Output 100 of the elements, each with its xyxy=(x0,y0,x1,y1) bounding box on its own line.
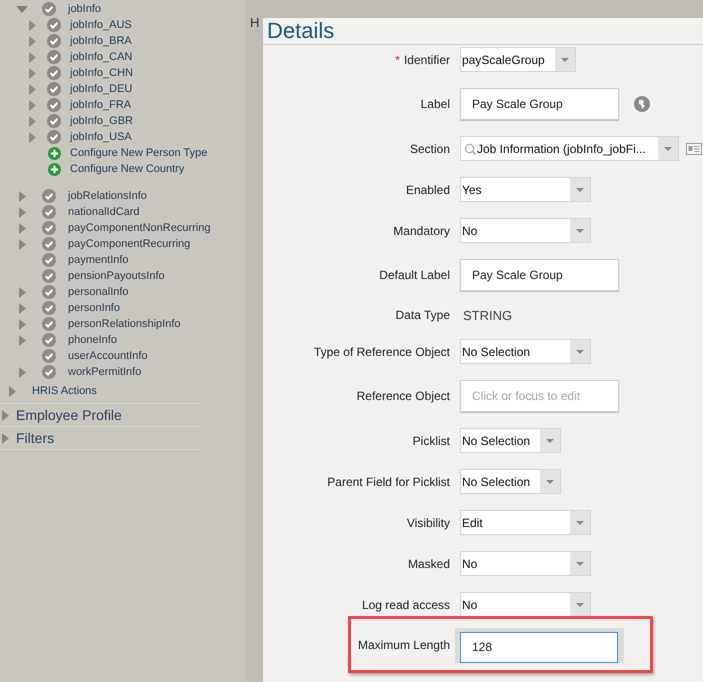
tree-item[interactable]: paymentInfo xyxy=(68,254,129,266)
tree-item[interactable]: userAccountInfo xyxy=(68,350,148,362)
tree-item[interactable]: jobInfo_USA xyxy=(70,131,132,143)
caret-icon xyxy=(546,438,554,442)
expand-arrow-icon[interactable] xyxy=(9,386,16,396)
check-icon xyxy=(42,205,56,219)
field-label: Section xyxy=(410,142,450,156)
dropdown[interactable]: Yes xyxy=(460,177,591,202)
expand-arrow-icon[interactable] xyxy=(28,100,36,110)
tree-item[interactable]: jobInfo_DEU xyxy=(70,83,132,95)
caret-icon xyxy=(546,480,554,484)
expand-arrow-icon[interactable] xyxy=(18,222,26,234)
text-field[interactable]: Pay Scale Group xyxy=(460,259,619,291)
expand-arrow-icon[interactable] xyxy=(2,432,10,444)
check-icon xyxy=(42,285,56,299)
expand-arrow-icon[interactable] xyxy=(18,206,26,218)
expand-arrow-icon[interactable] xyxy=(28,116,36,126)
tree-item[interactable]: personRelationshipInfo xyxy=(68,318,181,330)
tree-item[interactable]: payComponentNonRecurring xyxy=(68,222,210,234)
dropdown[interactable]: Job Information (jobInfo_jobFi... xyxy=(460,136,679,161)
check-icon xyxy=(42,365,56,379)
check-icon xyxy=(47,34,61,48)
field-label: Maximum Length xyxy=(358,638,450,652)
tree-item[interactable]: Configure New Country xyxy=(70,163,184,175)
expand-arrow-icon[interactable] xyxy=(18,286,26,298)
section-header[interactable]: Filters xyxy=(16,430,54,446)
expand-arrow-icon[interactable] xyxy=(28,132,36,142)
tree-item[interactable]: jobInfo xyxy=(68,3,102,15)
expand-arrow-icon[interactable] xyxy=(28,68,36,78)
dropdown[interactable]: Edit xyxy=(460,510,591,535)
field-label: Data Type xyxy=(396,308,450,322)
tree-item[interactable]: jobRelationsInfo xyxy=(68,190,147,202)
expand-arrow-icon[interactable] xyxy=(18,366,26,378)
dropdown[interactable]: No xyxy=(460,551,591,576)
check-icon xyxy=(47,130,61,144)
collapse-arrow-icon[interactable] xyxy=(16,4,28,14)
dropdown[interactable]: No Selection xyxy=(460,339,591,364)
text-field[interactable]: 128 xyxy=(460,632,618,662)
caret-icon xyxy=(561,58,569,62)
expand-arrow-icon[interactable] xyxy=(18,334,26,346)
text-field[interactable]: Pay Scale Group xyxy=(460,88,619,120)
tree-item[interactable]: jobInfo_CAN xyxy=(70,51,132,63)
caret-icon xyxy=(576,520,584,524)
tree-item[interactable]: nationalIdCard xyxy=(68,206,140,218)
check-icon xyxy=(42,333,56,347)
page-title: H xyxy=(249,16,260,30)
check-icon xyxy=(47,114,61,128)
dropdown[interactable]: No Selection xyxy=(460,428,561,453)
tree-item[interactable]: personalInfo xyxy=(68,286,129,298)
expand-arrow-icon[interactable] xyxy=(28,20,36,30)
text-field[interactable]: Click or focus to edit xyxy=(460,380,619,412)
tree-item[interactable]: personInfo xyxy=(68,302,120,314)
tree-item[interactable]: pensionPayoutsInfo xyxy=(68,270,165,282)
tree-item[interactable]: workPermitInfo xyxy=(68,366,142,378)
tree-item[interactable]: jobInfo_CHN xyxy=(70,67,133,79)
dropdown[interactable]: No Selection xyxy=(460,469,561,494)
expand-arrow-icon[interactable] xyxy=(18,302,26,314)
expand-arrow-icon[interactable] xyxy=(28,52,36,62)
check-icon xyxy=(47,50,61,64)
field-label: Enabled xyxy=(406,182,450,196)
tree-item[interactable]: Configure New Person Type xyxy=(70,147,208,159)
check-icon xyxy=(42,269,56,283)
field-label: Log read access xyxy=(362,598,450,612)
caret-icon xyxy=(576,602,584,606)
tree-item[interactable]: phoneInfo xyxy=(68,334,117,346)
check-icon xyxy=(42,221,56,235)
expand-arrow-icon[interactable] xyxy=(18,190,26,202)
details-card-icon[interactable] xyxy=(686,142,702,154)
check-icon xyxy=(42,317,56,331)
expand-arrow-icon[interactable] xyxy=(18,318,26,330)
field-label: Type of Reference Object xyxy=(314,344,450,358)
tree-item[interactable]: jobInfo_BRA xyxy=(70,35,132,47)
field-label: Masked xyxy=(408,556,450,570)
check-icon xyxy=(47,82,61,96)
tree-item[interactable]: jobInfo_FRA xyxy=(70,99,132,111)
add-icon[interactable] xyxy=(48,162,61,176)
field-label: Default Label xyxy=(379,268,450,282)
tree-item[interactable]: jobInfo_GBR xyxy=(70,115,133,127)
field-label: Visibility xyxy=(406,516,450,530)
check-icon xyxy=(47,66,61,80)
tree-group[interactable]: HRIS Actions xyxy=(32,385,97,397)
dropdown[interactable]: No xyxy=(460,218,591,243)
field-label: Mandatory xyxy=(393,224,450,238)
expand-arrow-icon[interactable] xyxy=(28,84,36,94)
add-icon[interactable] xyxy=(48,146,61,160)
dropdown[interactable]: payScaleGroup xyxy=(460,47,576,72)
check-icon xyxy=(42,189,56,203)
dropdown[interactable]: No xyxy=(460,592,591,617)
field-label: Picklist xyxy=(412,434,450,448)
expand-arrow-icon[interactable] xyxy=(18,238,26,250)
expand-arrow-icon[interactable] xyxy=(2,410,10,420)
caret-icon xyxy=(664,146,672,150)
expand-arrow-icon[interactable] xyxy=(28,36,36,46)
caret-icon xyxy=(576,228,584,232)
caret-icon xyxy=(576,562,584,566)
field-label: Parent Field for Picklist xyxy=(327,474,450,488)
section-header[interactable]: Employee Profile xyxy=(16,407,122,423)
tree-item[interactable]: payComponentRecurring xyxy=(68,238,190,250)
globe-icon[interactable] xyxy=(634,96,650,112)
tree-item[interactable]: jobInfo_AUS xyxy=(70,19,132,31)
